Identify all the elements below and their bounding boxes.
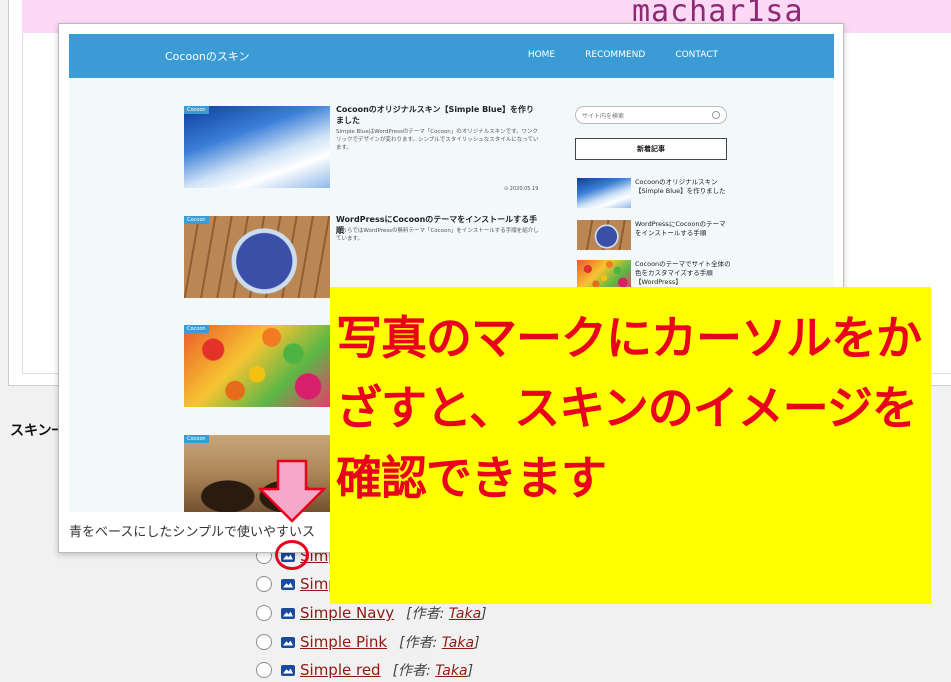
preview-search-placeholder: サイト内を検索 — [582, 112, 625, 120]
preview-sidebar-item: Cocoonのテーマでサイト全体の色をカスタマイズする手順【WordPress】 — [577, 260, 733, 290]
skin-author: [作者: Taka] — [399, 635, 480, 651]
preview-menu-home: HOME — [527, 50, 556, 60]
author-link[interactable]: Taka — [449, 606, 481, 622]
author-link[interactable]: Taka — [435, 663, 467, 679]
preview-post-title: Cocoonのオリジナルスキン【Simple Blue】を作りました — [336, 105, 535, 125]
preview-post-thumbnail: Cocoon — [184, 106, 330, 188]
annotation-callout: 写真のマークにカーソルをかざすと、スキンのイメージを確認できます — [330, 287, 931, 604]
image-preview-icon[interactable] — [281, 664, 295, 676]
search-icon — [712, 111, 720, 119]
skin-name-link[interactable]: Simple red — [300, 661, 381, 679]
preview-sidebar-item-title: Cocoonのテーマでサイト全体の色をカスタマイズする手順【WordPress】 — [635, 260, 731, 286]
preview-menu: HOME RECOMMEND CONTACT — [528, 50, 718, 60]
preview-post-excerpt: Simple BlueはWordPressのテーマ「Cocoon」のオリジナルス… — [336, 129, 539, 151]
skin-radio[interactable] — [256, 634, 272, 650]
author-link[interactable]: Taka — [442, 635, 474, 651]
skin-radio[interactable] — [256, 576, 272, 592]
skin-radio[interactable] — [256, 605, 272, 621]
category-label: Cocoon — [184, 106, 209, 114]
preview-sidebar: サイト内を検索 新着記事 Cocoonのオリジナルスキン【Simple Blue… — [575, 106, 731, 290]
preview-post-excerpt: こちらではWordPressの無料テーマ「Cocoon」をインストールする手順を… — [336, 228, 539, 242]
preview-sidebar-thumbnail — [577, 260, 631, 290]
pink-down-arrow-icon — [258, 459, 326, 523]
image-preview-icon[interactable] — [281, 636, 295, 648]
preview-post-thumbnail: Cocoon — [184, 216, 330, 298]
category-label: Cocoon — [184, 216, 209, 224]
skin-description-caption: 青をベースにしたシンプルで使いやすいス — [69, 525, 315, 540]
preview-new-posts-heading: 新着記事 — [575, 138, 727, 160]
preview-menu-recommend: RECOMMEND — [585, 50, 646, 60]
preview-sidebar-item-title: WordPressにCocoonのテーマをインストールする手順 — [635, 220, 726, 237]
image-preview-icon[interactable] — [281, 607, 295, 619]
skin-option[interactable]: Simple red [作者: Taka] — [256, 658, 473, 682]
preview-sidebar-item-title: Cocoonのオリジナルスキン【Simple Blue】を作りました — [635, 178, 726, 195]
skin-author: [作者: Taka] — [406, 606, 487, 622]
image-preview-icon[interactable] — [281, 578, 295, 590]
skin-name-link[interactable]: Simple Navy — [300, 604, 394, 622]
preview-search-box: サイト内を検索 — [575, 106, 727, 124]
preview-post-date: ⊙ 2020.05.19 — [504, 186, 539, 192]
preview-site-title: Cocoonのスキン — [165, 50, 250, 63]
preview-sidebar-item: WordPressにCocoonのテーマをインストールする手順 — [577, 220, 733, 250]
preview-menu-contact: CONTACT — [675, 50, 718, 60]
preview-post-thumbnail: Cocoon — [184, 325, 330, 407]
preview-sidebar-thumbnail — [577, 178, 631, 208]
category-label: Cocoon — [184, 435, 209, 443]
preview-sidebar-thumbnail — [577, 220, 631, 250]
highlight-circle — [275, 540, 309, 570]
skin-name-link[interactable]: Simple Pink — [300, 633, 387, 651]
preview-nav-bar: Cocoonのスキン HOME RECOMMEND CONTACT — [69, 34, 834, 78]
skin-author: [作者: Taka] — [392, 663, 474, 679]
preview-sidebar-item: Cocoonのオリジナルスキン【Simple Blue】を作りました — [577, 178, 733, 208]
skin-option[interactable]: Simple Pink [作者: Taka] — [256, 630, 480, 654]
skin-option[interactable]: Simple Navy [作者: Taka] — [256, 601, 487, 625]
category-label: Cocoon — [184, 325, 209, 333]
